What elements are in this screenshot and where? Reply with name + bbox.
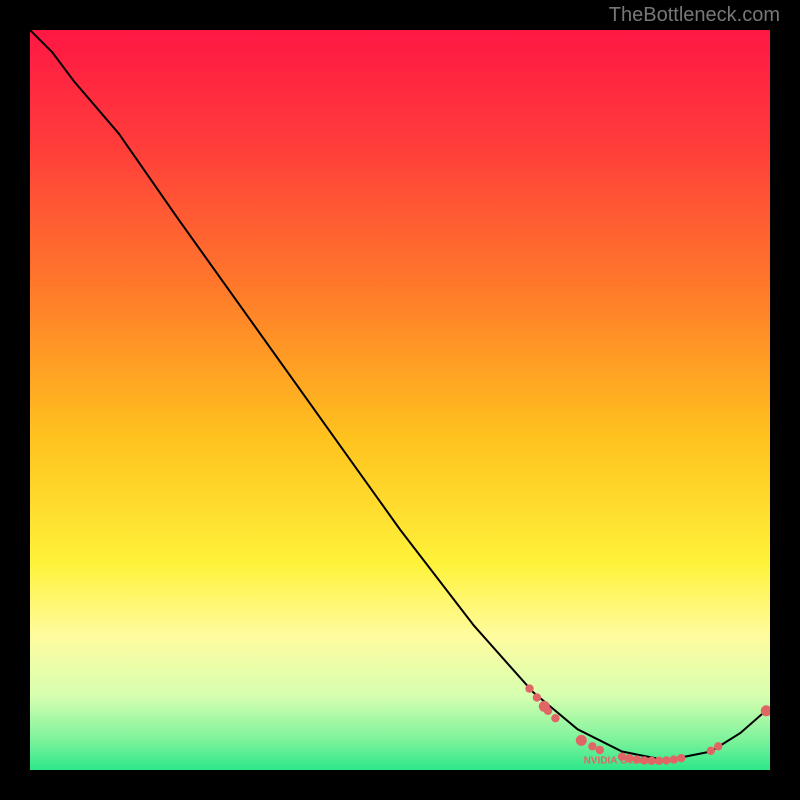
data-marker <box>670 755 678 763</box>
data-marker <box>533 693 541 701</box>
data-marker <box>714 742 722 750</box>
chart-svg: NVIDIA GeForce <box>30 30 770 770</box>
data-marker <box>544 707 552 715</box>
data-marker <box>551 714 559 722</box>
data-marker <box>707 747 715 755</box>
data-marker <box>576 735 587 746</box>
plot-area: NVIDIA GeForce <box>30 30 770 770</box>
watermark-text: TheBottleneck.com <box>609 4 780 27</box>
data-marker <box>677 754 685 762</box>
chart-frame: { "watermark": "TheBottleneck.com", "cha… <box>0 0 800 800</box>
data-marker <box>588 742 596 750</box>
data-marker <box>596 746 604 754</box>
data-marker <box>525 684 533 692</box>
data-marker <box>662 756 670 764</box>
gradient-background <box>30 30 770 770</box>
series-label: NVIDIA GeForce <box>584 755 661 766</box>
